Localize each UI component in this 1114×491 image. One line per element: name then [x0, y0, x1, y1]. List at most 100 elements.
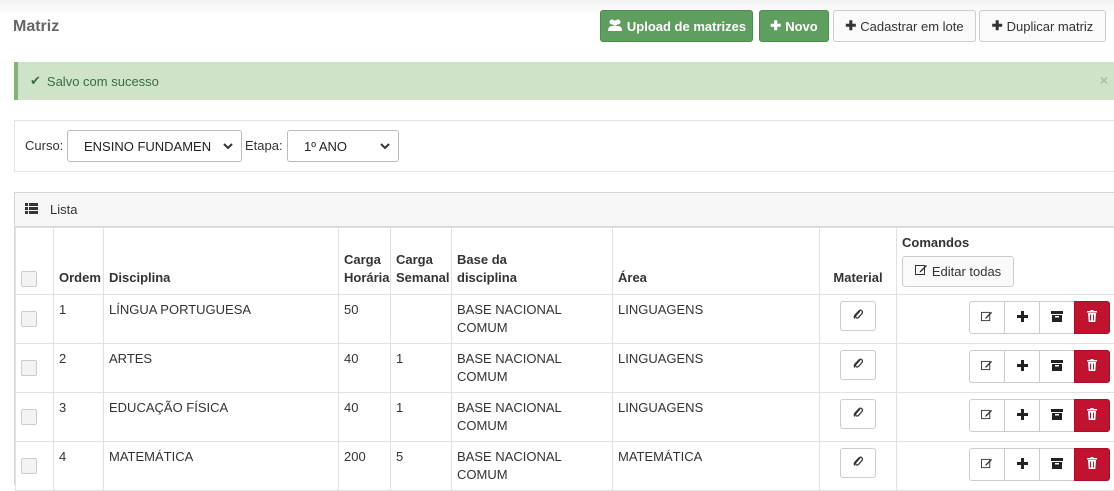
batch-register-button[interactable]: ✚ Cadastrar em lote	[833, 10, 976, 42]
success-alert: ✔ Salvo com sucesso ×	[14, 62, 1114, 100]
cell-commands	[897, 295, 1114, 344]
add-button[interactable]	[1004, 399, 1040, 432]
add-button[interactable]	[1004, 350, 1040, 383]
table-row: 3EDUCAÇÃO FÍSICA401BASE NACIONALCOMUMLIN…	[16, 393, 1114, 442]
edit-button[interactable]	[969, 350, 1005, 383]
cell-area: LINGUAGENS	[613, 295, 820, 344]
material-button[interactable]	[840, 399, 876, 429]
cell-material	[820, 393, 897, 442]
upload-matrices-button[interactable]: Upload de matrizes	[600, 10, 753, 42]
matrix-table: Ordem Disciplina Carga Horária Carga Seman…	[15, 227, 1114, 491]
course-select[interactable]: ENSINO FUNDAMEN	[67, 130, 242, 162]
material-button[interactable]	[840, 301, 876, 331]
archive-icon	[1051, 407, 1063, 425]
plus-icon: ✚	[845, 18, 856, 34]
col-order[interactable]: Ordem	[54, 228, 104, 295]
users-icon	[607, 19, 623, 34]
cell-subject: LÍNGUA PORTUGUESA	[104, 295, 339, 344]
col-area[interactable]: Área	[613, 228, 820, 295]
list-title: Lista	[50, 202, 77, 217]
col-hours-line1: Carga	[344, 252, 381, 267]
plus-icon: ✚	[992, 18, 1003, 34]
cell-hours: 200	[339, 442, 391, 491]
plus-icon	[1017, 456, 1028, 474]
material-button[interactable]	[840, 448, 876, 478]
cell-order: 2	[54, 344, 104, 393]
cell-weekly: 1	[391, 344, 452, 393]
add-button[interactable]	[1004, 301, 1040, 334]
trash-icon	[1087, 358, 1097, 376]
cell-hours: 40	[339, 393, 391, 442]
cell-weekly: 1	[391, 393, 452, 442]
list-panel: Lista Ordem Disciplina Carga Horária Carg…	[14, 192, 1114, 485]
col-base[interactable]: Base dadisciplina	[452, 228, 613, 295]
col-material: Material	[820, 228, 897, 295]
row-select-cell	[16, 442, 54, 491]
plus-icon	[1017, 358, 1028, 376]
col-weekly-line2: Semanal	[396, 270, 449, 285]
edit-icon	[981, 358, 993, 376]
archive-button[interactable]	[1039, 301, 1075, 334]
table-row: 1LÍNGUA PORTUGUESA50BASE NACIONALCOMUMLI…	[16, 295, 1114, 344]
new-button[interactable]: ✚ Novo	[759, 10, 829, 42]
stage-select[interactable]: 1º ANO	[287, 130, 399, 162]
archive-button[interactable]	[1039, 350, 1075, 383]
col-hours-line2: Horária	[344, 270, 390, 285]
add-button[interactable]	[1004, 448, 1040, 481]
archive-button[interactable]	[1039, 448, 1075, 481]
delete-button[interactable]	[1074, 448, 1110, 481]
cell-base: BASE NACIONALCOMUM	[452, 295, 613, 344]
col-commands: Comandos Editar todas	[897, 228, 1114, 295]
cell-subject: MATEMÁTICA	[104, 442, 339, 491]
edit-button[interactable]	[969, 301, 1005, 334]
cell-base-line1: BASE NACIONAL	[457, 449, 562, 464]
row-checkbox[interactable]	[21, 458, 37, 474]
cell-order: 4	[54, 442, 104, 491]
edit-button[interactable]	[969, 399, 1005, 432]
commands-title: Comandos	[902, 234, 1110, 252]
stage-label: Etapa:	[245, 138, 283, 153]
select-all-checkbox[interactable]	[21, 271, 37, 287]
close-icon[interactable]: ×	[1100, 72, 1108, 88]
cell-material	[820, 344, 897, 393]
table-row: 4MATEMÁTICA2005BASE NACIONALCOMUMMATEMÁT…	[16, 442, 1114, 491]
plus-icon	[1017, 407, 1028, 425]
edit-icon	[981, 309, 993, 327]
cell-commands	[897, 442, 1114, 491]
edit-all-button[interactable]: Editar todas	[902, 256, 1014, 287]
delete-button[interactable]	[1074, 301, 1110, 334]
cell-weekly	[391, 295, 452, 344]
cell-base-line1: BASE NACIONAL	[457, 400, 562, 415]
trash-icon	[1087, 309, 1097, 327]
duplicate-matrix-button[interactable]: ✚ Duplicar matriz	[979, 10, 1106, 42]
col-weekly[interactable]: Carga Semanal	[391, 228, 452, 295]
cell-base-line2: COMUM	[457, 369, 508, 384]
page-title: Matriz	[13, 18, 59, 36]
cell-hours: 50	[339, 295, 391, 344]
row-select-cell	[16, 393, 54, 442]
edit-icon	[915, 263, 928, 281]
material-button[interactable]	[840, 350, 876, 380]
row-select-cell	[16, 295, 54, 344]
edit-button[interactable]	[969, 448, 1005, 481]
course-select-value: ENSINO FUNDAMEN	[84, 139, 211, 154]
cell-hours: 40	[339, 344, 391, 393]
archive-button[interactable]	[1039, 399, 1075, 432]
archive-icon	[1051, 358, 1063, 376]
delete-button[interactable]	[1074, 399, 1110, 432]
cell-area: LINGUAGENS	[613, 393, 820, 442]
table-row: 2ARTES401BASE NACIONALCOMUMLINGUAGENS	[16, 344, 1114, 393]
edit-icon	[981, 456, 993, 474]
col-hours[interactable]: Carga Horária	[339, 228, 391, 295]
row-checkbox[interactable]	[21, 311, 37, 327]
col-weekly-line1: Carga	[396, 252, 433, 267]
cell-weekly: 5	[391, 442, 452, 491]
cell-base-line2: COMUM	[457, 467, 508, 482]
row-checkbox[interactable]	[21, 409, 37, 425]
row-checkbox[interactable]	[21, 360, 37, 376]
chevron-down-icon	[380, 138, 390, 157]
cell-material	[820, 295, 897, 344]
new-label: Novo	[785, 19, 818, 34]
col-subject[interactable]: Disciplina	[104, 228, 339, 295]
delete-button[interactable]	[1074, 350, 1110, 383]
